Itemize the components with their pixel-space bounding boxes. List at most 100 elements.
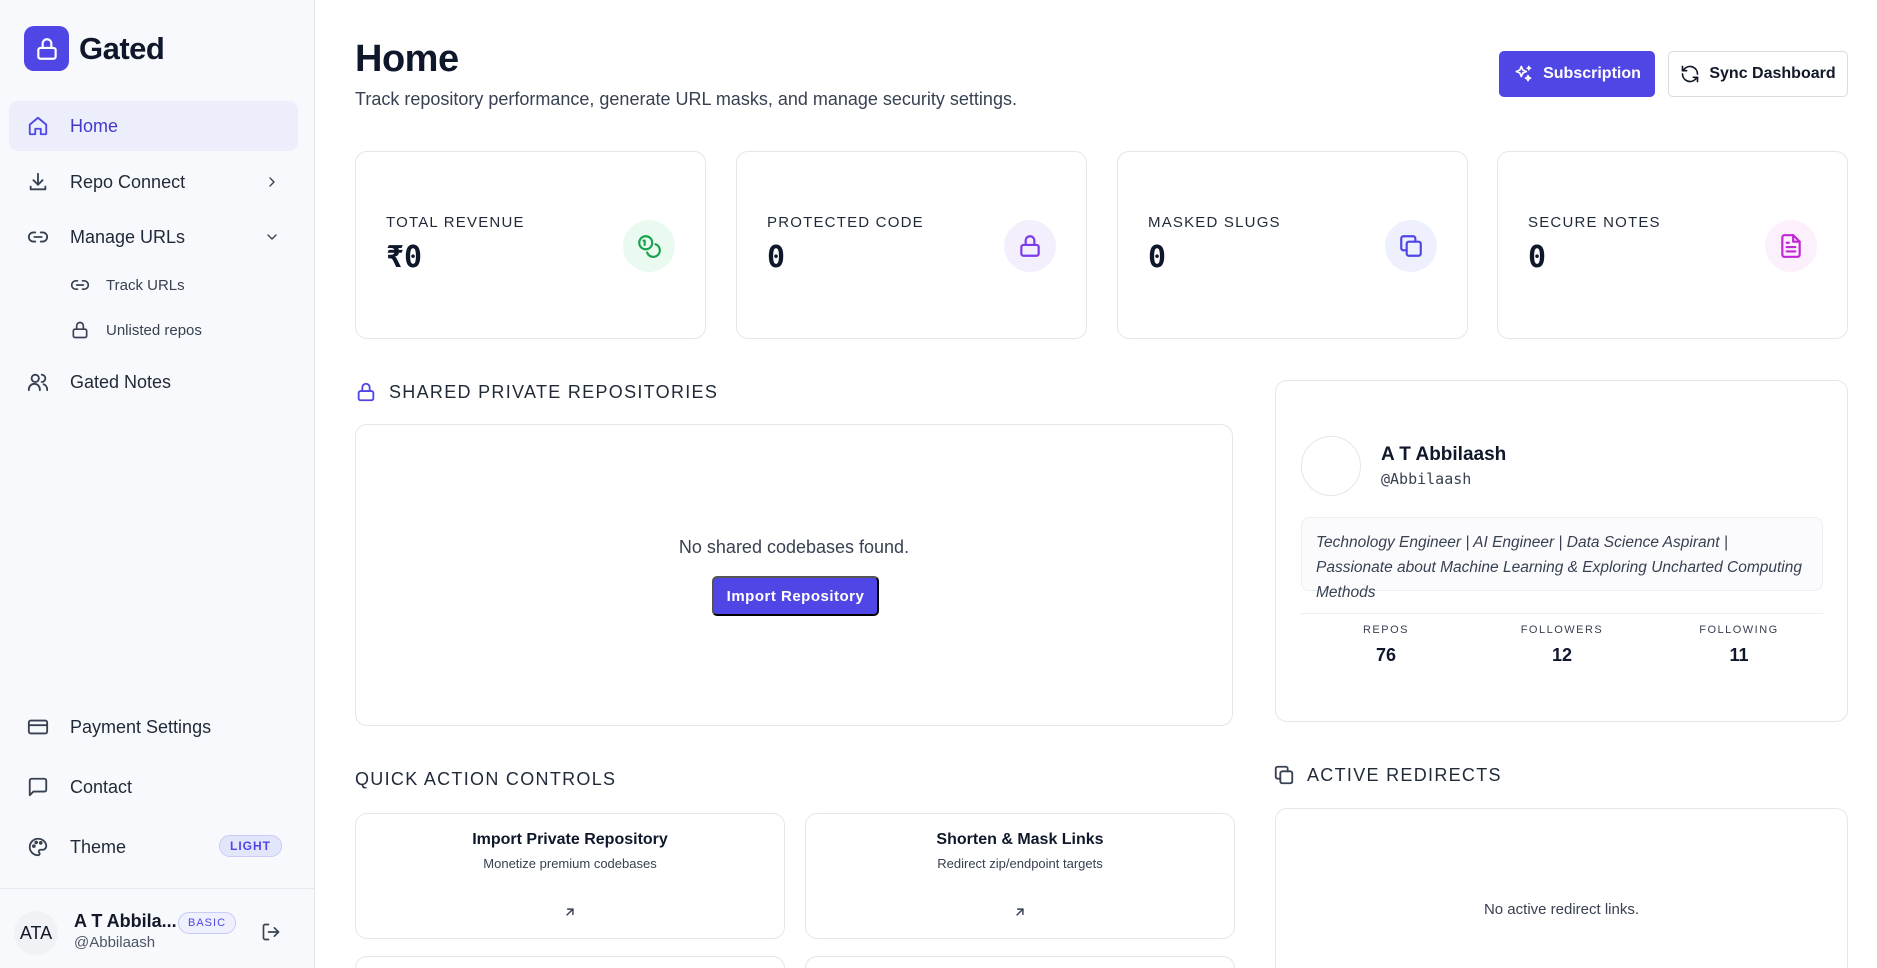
plan-badge: BASIC [178,912,237,934]
stat-value: 0 [1148,240,1167,275]
subscription-button[interactable]: Subscription [1499,51,1655,97]
link-icon [25,224,51,250]
quick-action-import-repo[interactable]: Import Private Repository Monetize premi… [355,813,785,939]
section-title-text: QUICK ACTION CONTROLS [355,769,617,789]
profile-handle: @Abbilaash [1381,470,1472,488]
shared-repos-heading: SHARED PRIVATE REPOSITORIES [355,381,718,403]
file-text-icon [1765,220,1817,272]
profile-card: A T Abbilaash @Abbilaash Technology Engi… [1275,380,1848,722]
shared-repos-empty: No shared codebases found. [678,537,910,557]
profile-bio: Technology Engineer | AI Engineer | Data… [1301,517,1823,601]
lock-icon [24,26,69,71]
avatar [1301,436,1361,496]
divider [1301,613,1823,614]
logout-icon[interactable] [258,919,284,945]
stat-label: PROTECTED CODE [767,214,924,231]
sidebar-item-theme[interactable]: Theme LIGHT [9,822,298,872]
user-handle: @Abbilaash [74,934,156,951]
profile-stat-label: FOLLOWING [1699,624,1779,636]
section-title-text: SHARED PRIVATE REPOSITORIES [389,381,719,402]
sidebar-item-label: Manage URLs [70,226,186,247]
profile-stat-value: 12 [1551,645,1573,665]
avatar[interactable]: ATA [14,911,58,955]
stat-card-total-revenue: TOTAL REVENUE ₹0 [355,151,706,339]
quick-action-shorten-links[interactable]: Shorten & Mask Links Redirect zip/endpoi… [805,813,1235,939]
stat-label: MASKED SLUGS [1148,214,1281,231]
page-subtitle: Track repository performance, generate U… [355,89,1017,109]
profile-stat-label: REPOS [1362,624,1409,636]
chevron-right-icon [262,172,282,192]
user-bar: ATA A T Abbila... @Abbilaash BASIC [0,888,315,968]
sidebar-item-label: Gated Notes [70,371,172,392]
sidebar-item-label: Repo Connect [70,171,186,192]
copy-icon [1385,220,1437,272]
quick-action-subtitle: Monetize premium codebases [483,856,657,871]
profile-stat-repos: REPOS 76 [1316,624,1456,666]
sidebar-item-gated-notes[interactable]: Gated Notes [9,357,298,407]
section-title-text: ACTIVE REDIRECTS [1307,764,1502,785]
quick-action-title: Shorten & Mask Links [936,831,1104,848]
stat-value: 0 [767,240,786,275]
stat-card-protected-code: PROTECTED CODE 0 [736,151,1087,339]
brand-name: Gated [79,30,165,66]
quick-action-card[interactable] [805,956,1235,968]
quick-action-subtitle: Redirect zip/endpoint targets [937,856,1103,871]
link-icon [68,273,92,297]
stat-label: SECURE NOTES [1528,214,1661,231]
coins-icon [623,220,675,272]
sidebar-item-label: Home [70,115,119,136]
active-redirects-heading: ACTIVE REDIRECTS [1273,764,1502,786]
sidebar-item-repo-connect[interactable]: Repo Connect [9,157,298,207]
active-redirects-panel: No active redirect links. [1275,808,1848,968]
palette-icon [25,834,51,860]
users-icon [25,369,51,395]
stat-value: 0 [1528,240,1547,275]
theme-badge: LIGHT [219,835,282,857]
sidebar-item-label: Theme [70,836,127,857]
sidebar-item-manage-urls[interactable]: Manage URLs [9,212,298,262]
sidebar-item-home[interactable]: Home [9,101,298,151]
user-name: A T Abbila... [74,911,177,931]
sidebar-subitem-unlisted-repos[interactable]: Unlisted repos [68,315,202,345]
message-square-icon [25,774,51,800]
lock-icon [355,381,377,403]
chevron-down-icon [262,227,282,247]
copy-icon [1273,764,1295,786]
quick-action-card[interactable] [355,956,785,968]
quick-action-title: Import Private Repository [472,831,668,848]
sidebar: Gated Home Repo Connect Manage URLs Trac… [0,0,315,968]
sidebar-subitem-label: Unlisted repos [106,321,202,339]
profile-name: A T Abbilaash [1381,444,1507,465]
sidebar-subitem-track-urls[interactable]: Track URLs [68,270,185,300]
sidebar-item-contact[interactable]: Contact [9,762,298,812]
profile-stat-following: FOLLOWING 11 [1669,624,1809,666]
import-repository-button[interactable]: Import Repository [712,576,879,616]
stat-card-masked-slugs: MASKED SLUGS 0 [1117,151,1468,339]
lock-icon [68,318,92,342]
quick-actions-heading: QUICK ACTION CONTROLS [355,769,616,790]
credit-card-icon [25,714,51,740]
page-title: Home [355,38,459,80]
sync-label: Sync Dashboard [1709,65,1836,82]
home-icon [25,113,51,139]
sparkles-icon [1513,64,1533,84]
sync-dashboard-button[interactable]: Sync Dashboard [1668,51,1848,97]
refresh-icon [1680,64,1700,84]
sidebar-item-label: Contact [70,776,133,797]
arrow-up-right-icon [560,902,580,922]
brand[interactable]: Gated [24,26,165,71]
redirects-empty: No active redirect links. [1483,901,1640,918]
stat-card-secure-notes: SECURE NOTES 0 [1497,151,1848,339]
shared-repos-panel: No shared codebases found. Import Reposi… [355,424,1233,726]
profile-stat-value: 11 [1729,645,1749,665]
stat-label: TOTAL REVENUE [386,214,525,231]
sidebar-item-label: Payment Settings [70,716,212,737]
arrow-up-right-icon [1010,902,1030,922]
profile-stat-followers: FOLLOWERS 12 [1492,624,1632,666]
sidebar-subitem-label: Track URLs [106,276,185,294]
profile-stat-value: 76 [1375,645,1397,665]
subscription-label: Subscription [1543,65,1641,82]
download-icon [25,169,51,195]
sidebar-item-payment-settings[interactable]: Payment Settings [9,702,298,752]
profile-stat-label: FOLLOWERS [1520,624,1604,636]
